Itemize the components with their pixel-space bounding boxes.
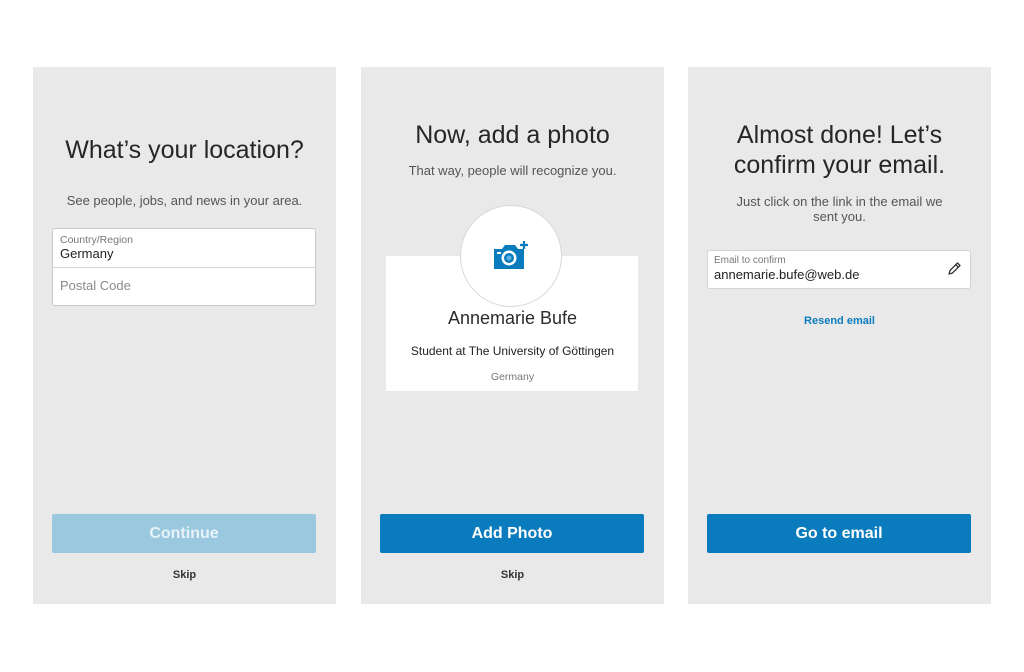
resend-email-link[interactable]: Resend email [688, 315, 991, 327]
location-form: Country/Region Germany Postal Code [52, 228, 316, 306]
page-title: Now, add a photo [415, 121, 610, 149]
email-confirm-field[interactable]: Email to confirm annemarie.bufe@web.de [707, 250, 971, 289]
page-title-line-1: Almost done! Let’s [736, 121, 943, 149]
postal-code-field[interactable]: Postal Code [53, 267, 315, 305]
pencil-icon[interactable] [946, 261, 962, 277]
page-title-line-2: confirm your email. [733, 151, 946, 179]
skip-link[interactable]: Skip [361, 569, 664, 581]
avatar-add-photo[interactable] [460, 205, 562, 307]
page-subtitle-line-1: Just click on the link in the email we [736, 194, 943, 209]
country-region-value: Germany [60, 246, 114, 261]
profile-headline: Student at The University of Göttingen [410, 344, 615, 358]
profile-name: Annemarie Bufe [447, 308, 578, 328]
email-value: annemarie.bufe@web.de [714, 267, 860, 282]
email-label: Email to confirm [714, 255, 786, 266]
page-title: What’s your location? [65, 136, 304, 164]
country-region-label: Country/Region [60, 234, 133, 246]
profile-location: Germany [490, 371, 535, 383]
page-subtitle-line-2: sent you. [813, 209, 866, 224]
country-region-field[interactable]: Country/Region Germany [53, 229, 315, 267]
go-to-email-button[interactable]: Go to email [707, 514, 971, 553]
continue-button[interactable]: Continue [52, 514, 316, 553]
location-screen: What’s your location? See people, jobs, … [33, 67, 336, 604]
skip-link[interactable]: Skip [33, 569, 336, 581]
page-subtitle: See people, jobs, and news in your area. [66, 193, 303, 208]
photo-screen: Now, add a photo That way, people will r… [361, 67, 664, 604]
page-subtitle: That way, people will recognize you. [408, 163, 617, 178]
postal-code-placeholder: Postal Code [60, 278, 131, 293]
add-photo-button[interactable]: Add Photo [380, 514, 644, 553]
email-screen: Almost done! Let’s confirm your email. J… [688, 67, 991, 604]
camera-plus-icon [494, 241, 528, 269]
